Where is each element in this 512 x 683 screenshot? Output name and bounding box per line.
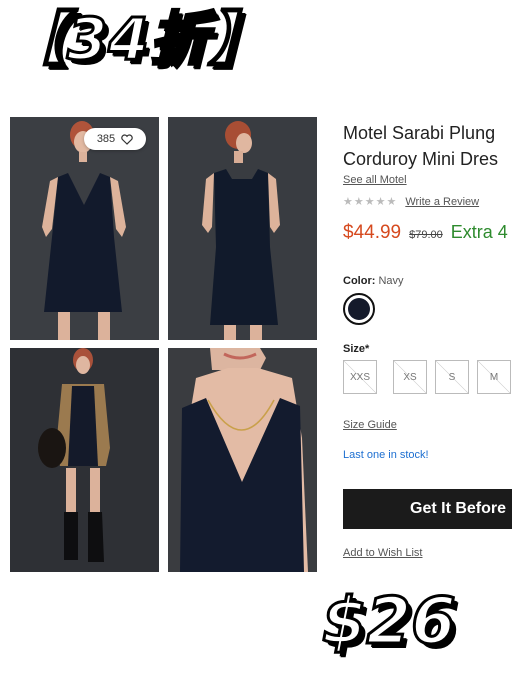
- size-option-s[interactable]: S: [435, 360, 469, 394]
- product-title: Motel Sarabi Plung Corduroy Mini Dres: [343, 120, 512, 172]
- color-swatch-fill: [348, 298, 370, 320]
- color-label: Color: Navy: [343, 275, 404, 287]
- color-value: Navy: [378, 275, 404, 287]
- like-count: 385: [96, 133, 116, 145]
- add-to-bag-button[interactable]: Get It Before: [343, 489, 512, 529]
- extra-discount-text: Extra 4: [450, 222, 508, 242]
- original-price: $79.00: [409, 229, 443, 241]
- product-image-styled[interactable]: [10, 348, 159, 572]
- write-review-link[interactable]: Write a Review: [405, 196, 479, 208]
- promo-price-banner: $26: [321, 585, 458, 659]
- size-option-m[interactable]: M: [477, 360, 511, 394]
- size-guide-link[interactable]: Size Guide: [343, 419, 397, 431]
- product-title-line2: Corduroy Mini Dres: [343, 149, 499, 169]
- rating-row: ★★★★★ Write a Review: [343, 195, 479, 208]
- color-swatch-navy[interactable]: [343, 293, 375, 325]
- product-image-back[interactable]: [168, 117, 317, 340]
- discount-banner: 【34折】: [7, 5, 269, 73]
- stock-status: Last one in stock!: [343, 449, 429, 461]
- size-option-xxs[interactable]: XXS: [343, 360, 377, 394]
- star-rating-icon: ★★★★★: [343, 195, 398, 208]
- sale-price: $44.99: [343, 222, 402, 243]
- product-image-detail[interactable]: [168, 348, 317, 572]
- product-image-front[interactable]: [10, 117, 159, 340]
- add-to-wish-list-link[interactable]: Add to Wish List: [343, 547, 422, 559]
- size-label: Size*: [343, 343, 370, 355]
- see-all-brand-link[interactable]: See all Motel: [343, 174, 407, 186]
- heart-icon: [121, 133, 133, 145]
- product-title-line1: Motel Sarabi Plung: [343, 123, 496, 143]
- price-row: $44.99 $79.00 Extra 4: [343, 222, 508, 244]
- size-option-xs[interactable]: XS: [393, 360, 427, 394]
- like-button[interactable]: 385: [84, 128, 146, 150]
- color-label-key: Color:: [343, 275, 376, 287]
